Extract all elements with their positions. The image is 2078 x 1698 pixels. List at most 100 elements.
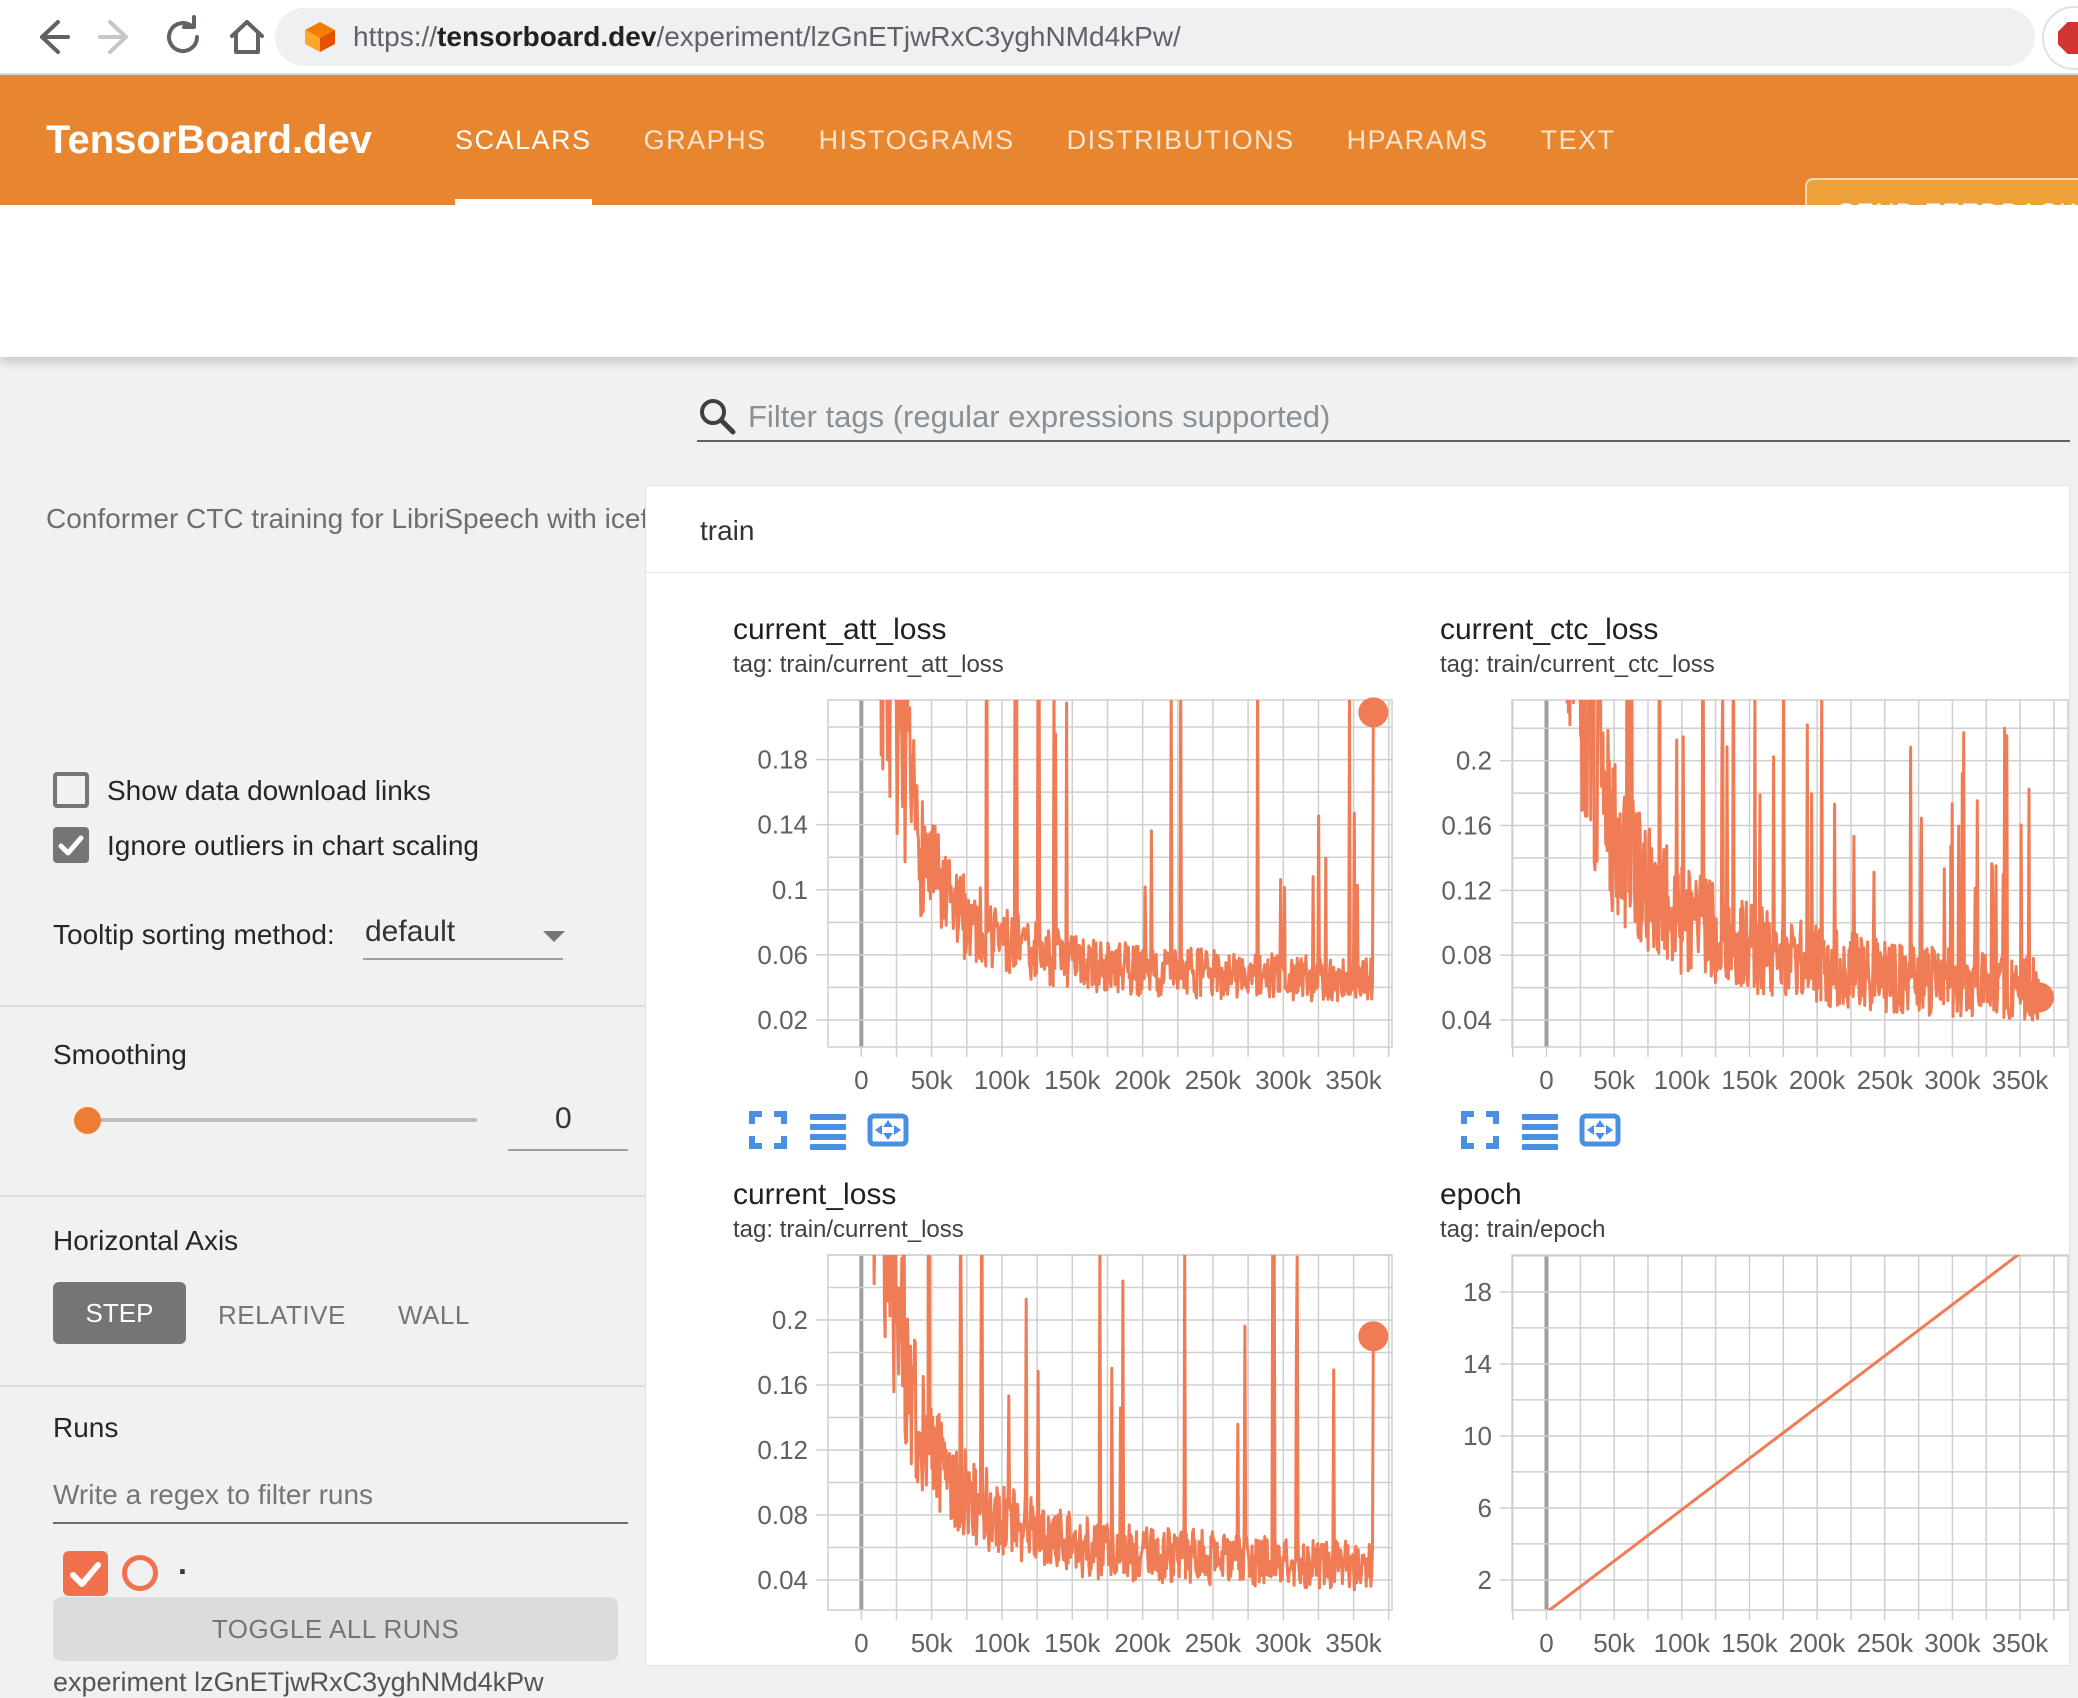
tooltip-sort-select[interactable]: default (365, 915, 455, 949)
smoothing-slider-track[interactable] (87, 1118, 477, 1122)
chart-block-epoch: epoch tag: train/epoch 2 6 10 14 18 0 50k 100k 150… (1407, 1160, 2078, 1666)
svg-text:200k: 200k (1114, 1065, 1171, 1095)
divider (0, 1385, 645, 1387)
svg-text:0: 0 (1539, 1628, 1553, 1658)
forward-icon[interactable] (94, 14, 140, 60)
chart-block-current_ctc_loss: current_ctc_loss tag: train/current_ctc_l… (1407, 585, 2078, 1150)
header-tabs: SCALARS GRAPHS HISTOGRAMS DISTRIBUTIONS HPAR… (455, 75, 1616, 205)
svg-text:350k: 350k (1325, 1065, 1382, 1095)
fullscreen-icon[interactable] (746, 1108, 790, 1152)
title-band: Conformer CTC training for LibriSpeech w… (0, 205, 2078, 534)
fit-to-domain-icon[interactable] (1578, 1108, 1622, 1152)
svg-text:0.04: 0.04 (1441, 1005, 1492, 1035)
svg-text:0.06: 0.06 (757, 940, 808, 970)
svg-text:150k: 150k (1721, 1065, 1778, 1095)
svg-text:18: 18 (1463, 1277, 1492, 1307)
extension-button[interactable] (2042, 6, 2078, 70)
series-current_att_loss (879, 700, 1375, 1003)
svg-text:50k: 50k (911, 1628, 954, 1658)
svg-text:0.16: 0.16 (757, 1370, 808, 1400)
final-point-marker (2024, 982, 2055, 1013)
svg-text:0.08: 0.08 (1441, 940, 1492, 970)
svg-text:300k: 300k (1255, 1065, 1312, 1095)
tab-distributions[interactable]: DISTRIBUTIONS (1067, 75, 1295, 205)
svg-text:150k: 150k (1044, 1065, 1101, 1095)
chart-plot-epoch[interactable]: 2 6 10 14 18 0 50k 100k 150k 200k 250k 300k 350k (1407, 1160, 2078, 1666)
brand-title: TensorBoard.dev (46, 118, 372, 162)
address-bar[interactable]: https://tensorboard.dev/experiment/lzGnE… (275, 8, 2035, 66)
smoothing-value[interactable]: 0 (555, 1102, 572, 1136)
svg-text:150k: 150k (1044, 1628, 1101, 1658)
search-icon (700, 399, 736, 435)
chart-toolbar (746, 1108, 910, 1152)
run-color-swatch[interactable] (122, 1555, 158, 1591)
svg-text:300k: 300k (1924, 1628, 1981, 1658)
run-checkbox[interactable] (63, 1551, 108, 1596)
smoothing-slider-thumb[interactable] (74, 1107, 101, 1134)
chart-block-current_att_loss: current_att_loss tag: train/current_att_l… (700, 585, 1400, 1150)
tab-scalars[interactable]: SCALARS (455, 75, 592, 205)
back-icon[interactable] (28, 14, 74, 60)
data-table-icon[interactable] (806, 1108, 850, 1152)
svg-text:0.02: 0.02 (757, 1005, 808, 1035)
train-card-header[interactable] (645, 485, 2070, 573)
svg-text:200k: 200k (1789, 1065, 1846, 1095)
ignore-outliers-checkbox[interactable] (53, 827, 89, 863)
axis-step-button[interactable]: STEP (53, 1282, 186, 1344)
show-download-links-checkbox[interactable] (53, 772, 89, 808)
runs-filter-input[interactable]: Write a regex to filter runs (53, 1479, 373, 1511)
show-download-links-label: Show data download links (107, 775, 431, 806)
svg-text:350k: 350k (1992, 1065, 2049, 1095)
axis-wall-button[interactable]: WALL (398, 1300, 470, 1331)
svg-text:250k: 250k (1185, 1065, 1242, 1095)
svg-text:0.2: 0.2 (1456, 746, 1492, 776)
toggle-all-runs-button[interactable]: TOGGLE ALL RUNS (53, 1597, 618, 1661)
svg-text:300k: 300k (1924, 1065, 1981, 1095)
chevron-down-icon[interactable] (540, 927, 568, 945)
svg-text:6: 6 (1478, 1493, 1492, 1523)
svg-text:0.08: 0.08 (757, 1500, 808, 1530)
chart-plot-current_loss[interactable]: 0.04 0.08 0.12 0.16 0.2 0 50k 100k 150k 200k 250k 3… (700, 1160, 1400, 1666)
tooltip-sort-underline (363, 958, 563, 960)
tooltip-sort-label: Tooltip sorting method: (53, 919, 335, 950)
svg-text:150k: 150k (1721, 1628, 1778, 1658)
svg-text:0.04: 0.04 (757, 1565, 808, 1595)
svg-text:0.14: 0.14 (757, 810, 808, 840)
tab-text[interactable]: TEXT (1541, 75, 1616, 205)
divider (0, 1195, 645, 1197)
fit-to-domain-icon[interactable] (866, 1108, 910, 1152)
chart-plot-current_att_loss[interactable]: 0.02 0.06 0.1 0.14 0.18 0 50k 100k 150k 200k 250k 3… (700, 585, 1400, 1116)
tab-graphs[interactable]: GRAPHS (644, 75, 767, 205)
svg-text:0.1: 0.1 (772, 875, 808, 905)
browser-toolbar: https://tensorboard.dev/experiment/lzGnE… (0, 0, 2078, 73)
filter-tags-input[interactable]: Filter tags (regular expressions support… (748, 399, 1330, 435)
svg-text:100k: 100k (974, 1628, 1031, 1658)
refresh-icon[interactable] (160, 14, 206, 60)
home-icon[interactable] (224, 14, 270, 60)
axis-relative-button[interactable]: RELATIVE (218, 1300, 346, 1331)
chart-block-current_loss: current_loss tag: train/current_loss 0.04 0… (700, 1160, 1400, 1666)
tab-histograms[interactable]: HISTOGRAMS (819, 75, 1015, 205)
svg-text:200k: 200k (1789, 1628, 1846, 1658)
svg-text:250k: 250k (1857, 1628, 1914, 1658)
svg-text:300k: 300k (1255, 1628, 1312, 1658)
svg-text:50k: 50k (1593, 1065, 1636, 1095)
filter-tags-underline (697, 440, 2070, 442)
svg-text:100k: 100k (1654, 1065, 1711, 1095)
tab-hparams[interactable]: HPARAMS (1347, 75, 1489, 205)
fullscreen-icon[interactable] (1458, 1108, 1502, 1152)
url-text: https://tensorboard.dev/experiment/lzGnE… (353, 21, 1181, 52)
runs-filter-underline (53, 1522, 628, 1524)
svg-text:0.18: 0.18 (757, 745, 808, 775)
chart-plot-current_ctc_loss[interactable]: 0.04 0.08 0.12 0.16 0.2 0 50k 100k 150k 200k 250k 3… (1407, 585, 2078, 1116)
svg-text:250k: 250k (1857, 1065, 1914, 1095)
data-table-icon[interactable] (1518, 1108, 1562, 1152)
app-header: TensorBoard.dev SCALARS GRAPHS HISTOGRAMS D… (0, 75, 2078, 248)
divider (0, 1005, 645, 1007)
svg-text:14: 14 (1463, 1349, 1492, 1379)
svg-text:50k: 50k (1593, 1628, 1636, 1658)
experiment-caption: experiment lzGnETjwRxC3yghNMd4kPw (53, 1667, 544, 1697)
svg-text:2: 2 (1478, 1565, 1492, 1595)
svg-text:250k: 250k (1185, 1628, 1242, 1658)
settings-sidebar: Show data download links Ignore outliers… (0, 357, 645, 1697)
